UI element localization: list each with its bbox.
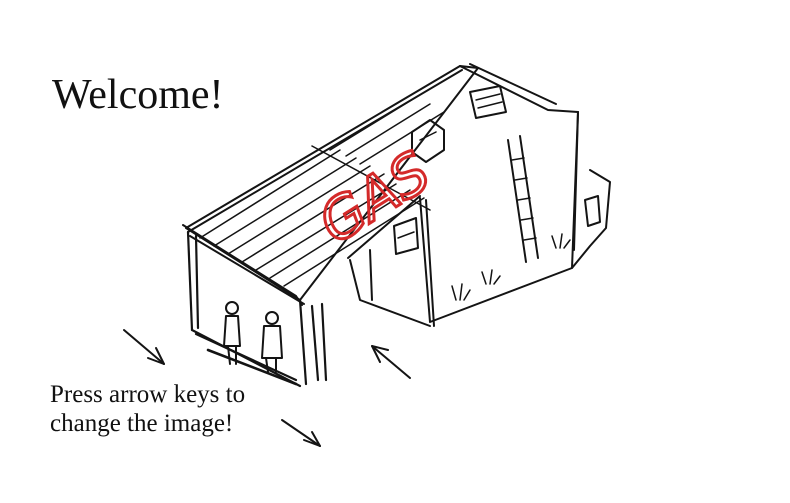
arrow-down-right-icon[interactable] [281, 419, 321, 447]
people-figures [206, 301, 298, 386]
arrow-up-left-icon[interactable] [371, 345, 411, 379]
welcome-title: Welcome! [52, 72, 224, 118]
arrow-down-right-icon[interactable] [123, 329, 165, 365]
instructions-text: Press arrow keys to change the image! [50, 381, 246, 437]
game-canvas[interactable]: GAS Welcome! Press arrow keys to change … [0, 0, 790, 503]
